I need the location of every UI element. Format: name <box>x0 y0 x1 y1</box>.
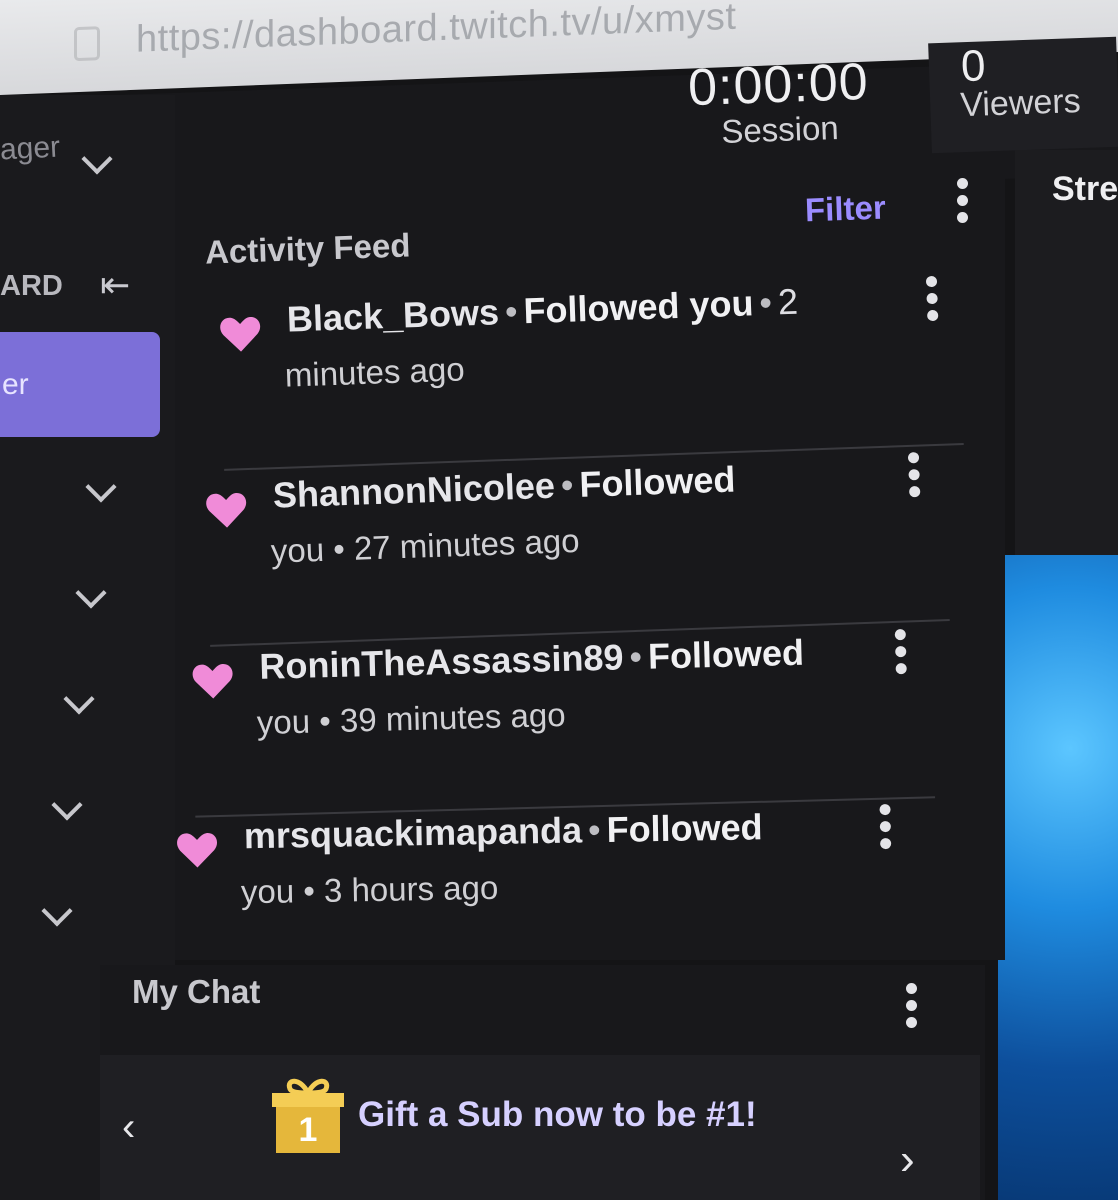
chat-more-options-icon[interactable] <box>906 983 918 1028</box>
feed-item-username[interactable]: RoninTheAssassin89 <box>259 636 624 687</box>
feed-item-text: ShannonNicolee • Followed <box>272 458 737 516</box>
activity-feed-item: RoninTheAssassin89 • Followed you • 39 min… <box>190 628 936 818</box>
viewers-label: Viewers <box>959 82 1082 125</box>
activity-feed-panel: Activity Feed Filter Black_Bows • Followed… <box>175 160 1005 987</box>
stream-preview-image[interactable] <box>998 555 1118 1200</box>
heart-icon <box>192 664 233 699</box>
heart-icon <box>177 833 217 868</box>
item-more-options-icon[interactable] <box>925 275 940 322</box>
feed-item-timestamp: you • 39 minutes ago <box>256 695 567 742</box>
feed-item-timestamp: you • 27 minutes ago <box>270 521 581 570</box>
session-timer: 0:00:00 <box>687 52 870 118</box>
gift-sub-banner[interactable]: ‹ 1 Gift a Sub now to be #1! › <box>100 1055 980 1200</box>
feed-item-timestamp: minutes ago <box>284 350 466 394</box>
gift-rank-number: 1 <box>299 1111 318 1149</box>
sidebar-item-active[interactable]: er <box>0 332 160 437</box>
sidebar-dashboard-label: ARD <box>0 270 63 302</box>
gift-sub-text[interactable]: Gift a Sub now to be #1! <box>358 1095 757 1135</box>
my-chat-title: My Chat <box>132 973 261 1010</box>
stream-panel-title: Stre <box>1052 170 1118 208</box>
activity-feed-item: Black_Bows • Followed you • 2 minutes ago <box>218 275 964 471</box>
lock-icon <box>74 26 100 62</box>
feed-item-username[interactable]: ShannonNicolee <box>272 465 555 516</box>
heart-icon <box>220 317 261 352</box>
viewers-stat: 0 Viewers <box>928 36 1118 154</box>
feed-item-text: mrsquackimapanda • Followed <box>243 806 763 857</box>
filter-button[interactable]: Filter <box>804 189 886 230</box>
feed-item-username[interactable]: Black_Bows <box>286 291 499 339</box>
feed-item-action: Followed you <box>522 282 755 332</box>
gift-icon: 1 <box>272 1078 344 1153</box>
heart-icon <box>206 493 247 528</box>
feed-item-username[interactable]: mrsquackimapanda <box>244 809 583 856</box>
previous-arrow-icon[interactable]: ‹ <box>122 1105 135 1150</box>
collapse-sidebar-icon[interactable]: ⇤ <box>100 264 130 306</box>
sidebar-item-manager-label[interactable]: ager <box>0 130 61 167</box>
feed-item-timestamp: you • 3 hours ago <box>240 868 499 911</box>
feed-item-text: Black_Bows • Followed you • 2 <box>286 280 799 340</box>
activity-feed-title: Activity Feed <box>204 226 411 271</box>
item-more-options-icon[interactable] <box>907 452 922 498</box>
activity-feed-item: ShannonNicolee • Followed you • 27 minutes… <box>204 451 950 647</box>
feed-item-action: Followed <box>647 631 805 677</box>
my-chat-panel: My Chat ‹ 1 Gift a Sub now to be #1! › <box>100 965 985 1200</box>
activity-feed-item: mrsquackimapanda • Followed you • 3 hours … <box>175 803 919 987</box>
item-more-options-icon[interactable] <box>894 628 908 675</box>
feed-item-action: Followed <box>578 458 737 505</box>
feed-more-options-icon[interactable] <box>957 178 969 223</box>
dashboard-page: https://dashboard.twitch.tv/u/xmyst 0:00… <box>0 0 1118 1200</box>
next-arrow-icon[interactable]: › <box>900 1135 915 1185</box>
url-text[interactable]: https://dashboard.twitch.tv/u/xmyst <box>136 0 736 62</box>
sidebar-item-active-label: er <box>2 368 29 401</box>
session-stat: 0:00:00 Session <box>682 52 875 153</box>
feed-item-time-start: 2 <box>777 280 799 323</box>
feed-item-action: Followed <box>606 806 763 850</box>
item-more-options-icon[interactable] <box>879 803 892 850</box>
